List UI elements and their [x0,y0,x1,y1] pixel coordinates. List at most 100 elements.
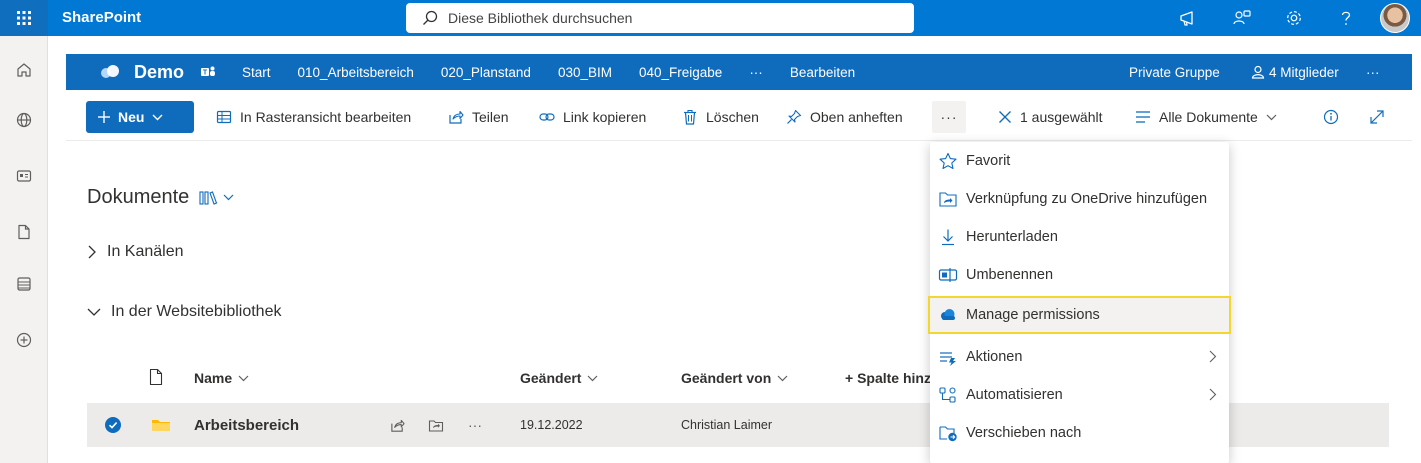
menu-item-actions-label: Aktionen [966,349,1023,365]
menu-item-actions[interactable]: Aktionen [930,338,1229,376]
menu-item-favorite[interactable]: Favorit [930,142,1229,180]
header-more-button[interactable]: ··· [1366,65,1380,80]
rail-news-button[interactable] [0,156,48,196]
search-box[interactable]: Diese Bibliothek durchsuchen [406,3,914,33]
chevron-down-icon [152,114,163,120]
home-icon [17,63,31,77]
people-icon [1233,10,1251,25]
column-modified[interactable]: Geändert [520,370,598,386]
pin-button[interactable]: Oben anheften [786,93,903,141]
chevron-down-icon [87,308,101,316]
delete-label: Löschen [706,109,759,125]
rail-home-button[interactable] [0,50,48,90]
nav-freigabe[interactable]: 040_Freigabe [639,65,722,80]
chevron-down-icon [1266,114,1277,120]
clear-selection-button[interactable]: 1 ausgewählt [998,93,1103,141]
row-more-button[interactable]: ··· [468,403,482,447]
share-button[interactable]: Teilen [448,93,509,141]
menu-item-download[interactable]: Herunterladen [930,218,1229,256]
row-shortcut-button[interactable] [428,403,444,447]
members-button[interactable]: 4 Mitglieder [1251,54,1339,90]
row-checkbox[interactable] [105,403,121,447]
move-icon [939,426,957,442]
library-icon [199,190,218,205]
news-icon [16,170,32,182]
view-selector[interactable]: Alle Dokumente [1135,93,1277,141]
row-modified-by[interactable]: Christian Laimer [681,403,772,447]
my-contacts-button[interactable] [1224,0,1260,36]
brand-link[interactable]: SharePoint [62,0,141,36]
menu-item-onedrive-shortcut-label: Verknüpfung zu OneDrive hinzufügen [966,191,1208,207]
column-modified-label: Geändert [520,370,582,386]
page-title: Dokumente [87,186,234,209]
avatar[interactable] [1380,3,1410,33]
share-icon [391,419,405,432]
column-modified-by[interactable]: Geändert von [681,370,788,386]
library-switcher[interactable] [199,190,234,206]
menu-item-manage-permissions[interactable]: Manage permissions [928,296,1231,334]
teams-icon[interactable]: T [200,65,216,79]
star-icon [939,152,957,170]
news-feed-button[interactable] [1170,0,1206,36]
row-share-button[interactable] [390,403,405,447]
grid-edit-button[interactable]: In Rasteransicht bearbeiten [216,93,411,141]
row-modified: 19.12.2022 [520,418,583,432]
download-icon [942,229,954,246]
app-launcher-button[interactable] [0,0,48,36]
nav-more[interactable]: ··· [749,65,763,80]
nav-bim[interactable]: 030_BIM [558,65,612,80]
rail-lists-button[interactable] [0,264,48,304]
folder-icon-cell [151,403,171,447]
rail-create-button[interactable] [0,320,48,360]
delete-button[interactable]: Löschen [682,93,759,141]
file-type-icon[interactable] [149,368,163,386]
rail-files-button[interactable] [0,212,48,252]
nav-arbeitsbereich[interactable]: 010_Arbeitsbereich [298,65,414,80]
info-icon [1323,109,1339,125]
nav-edit[interactable]: Bearbeiten [790,65,855,80]
info-button[interactable] [1323,93,1347,141]
settings-button[interactable] [1276,0,1312,36]
site-logo-icon[interactable] [100,64,122,80]
menu-item-rename[interactable]: Umbenennen [930,256,1229,294]
svg-text:T: T [203,70,208,77]
cloud-icon [941,309,955,320]
person-icon [1251,65,1265,79]
menu-item-move-to[interactable]: Verschieben nach [930,414,1229,452]
new-button-label: Neu [118,109,145,125]
onedrive-shortcut-icon [428,420,444,432]
column-name[interactable]: Name [194,370,249,386]
copy-link-button[interactable]: Link kopieren [539,93,646,141]
view-lines-icon [1136,111,1150,123]
actions-icon [940,352,956,366]
section-site-library[interactable]: In der Websitebibliothek [87,303,281,321]
menu-item-automate-label: Automatisieren [966,387,1063,403]
chevron-down-icon [777,375,788,381]
chevron-right-icon [88,245,96,259]
more-commands-button[interactable]: ··· [932,101,966,133]
menu-item-onedrive-shortcut[interactable]: Verknüpfung zu OneDrive hinzufügen [930,180,1229,218]
list-icon [17,277,31,291]
plus-icon [98,111,110,123]
chevron-right-icon [1209,388,1217,401]
section-channels[interactable]: In Kanälen [87,243,184,261]
command-bar: Neu In Rasteransicht bearbeiten Teilen L… [66,93,1412,141]
column-name-label: Name [194,370,233,386]
site-title[interactable]: Demo [134,62,184,83]
share-label: Teilen [472,109,509,125]
rail-sites-button[interactable] [0,100,48,140]
new-button[interactable]: Neu [86,101,194,133]
trash-icon [684,109,696,125]
row-name[interactable]: Arbeitsbereich [194,403,299,447]
expand-button[interactable] [1369,93,1393,141]
nav-start[interactable]: Start [242,65,271,80]
menu-item-download-label: Herunterladen [966,229,1058,245]
suite-bar: SharePoint Diese Bibliothek durchsuchen [0,0,1421,36]
link-icon [539,113,555,121]
nav-planstand[interactable]: 020_Planstand [441,65,531,80]
menu-item-automate[interactable]: Automatisieren [930,376,1229,414]
add-column-button[interactable]: + Spalte hinz [845,370,930,386]
add-icon [16,332,32,348]
globe-icon [16,112,32,128]
help-button[interactable] [1328,0,1364,36]
